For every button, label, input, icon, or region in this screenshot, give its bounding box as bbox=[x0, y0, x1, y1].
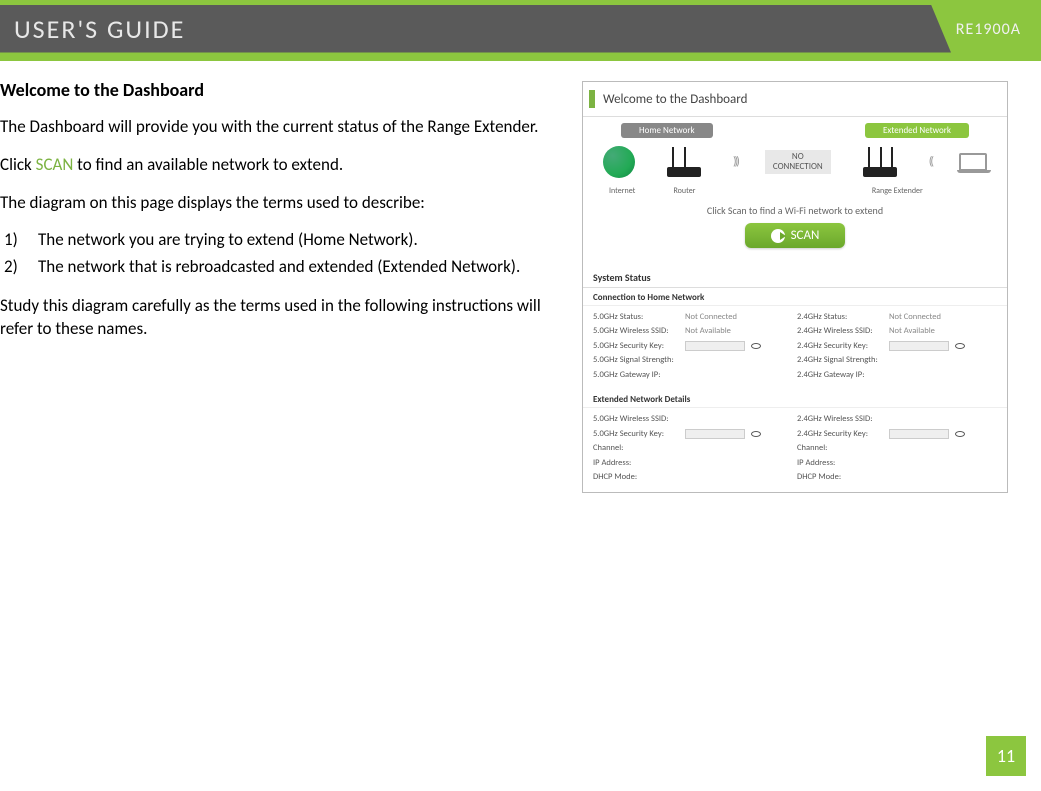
extended-network-label: Extended Network bbox=[865, 123, 969, 138]
status-label: 5.0GHz Gateway IP: bbox=[593, 368, 679, 382]
para2-post: to find an available network to extend. bbox=[73, 154, 343, 175]
status-label: 2.4GHz Security Key: bbox=[797, 339, 883, 353]
status-label: 5.0GHz Security Key: bbox=[593, 427, 679, 441]
status-label: DHCP Mode: bbox=[797, 470, 883, 484]
scan-button[interactable]: SCAN bbox=[745, 223, 845, 248]
status-label: 5.0GHz Status: bbox=[593, 310, 679, 324]
status-value: Not Available bbox=[889, 324, 935, 338]
security-key-input[interactable] bbox=[685, 429, 745, 439]
home-5ghz-column: 5.0GHz Status: Not Connected 5.0GHz Wirel… bbox=[593, 310, 793, 382]
dash-title: Welcome to the Dashboard bbox=[603, 92, 747, 107]
ext-status-grid: 5.0GHz Wireless SSID: 5.0GHz Security Ke… bbox=[583, 408, 1007, 492]
eye-icon[interactable] bbox=[751, 431, 761, 437]
status-label: 2.4GHz Security Key: bbox=[797, 427, 883, 441]
extended-details-heading: Extended Network Details bbox=[583, 390, 1007, 408]
para2-pre: Click bbox=[0, 154, 36, 175]
status-label: 5.0GHz Wireless SSID: bbox=[593, 412, 679, 426]
extender-label: Range Extender bbox=[872, 186, 923, 196]
security-key-input[interactable] bbox=[889, 341, 949, 351]
signal-waves-icon: (( bbox=[929, 155, 932, 169]
status-label: IP Address: bbox=[797, 456, 883, 470]
header-accent-icon bbox=[589, 90, 595, 108]
internet-label: Internet bbox=[609, 186, 635, 196]
status-label: 2.4GHz Status: bbox=[797, 310, 883, 324]
status-value: Not Connected bbox=[685, 310, 737, 324]
status-value: Not Connected bbox=[889, 310, 941, 324]
list-text: The network you are trying to extend (Ho… bbox=[38, 229, 418, 250]
network-diagram: Home Network Extended Network ))) NO CON… bbox=[583, 117, 1007, 268]
extender-icon bbox=[858, 147, 902, 177]
screenshot-column: Welcome to the Dashboard Home Network Ex… bbox=[582, 79, 1012, 493]
dashboard-screenshot: Welcome to the Dashboard Home Network Ex… bbox=[582, 81, 1008, 493]
security-key-input[interactable] bbox=[889, 429, 949, 439]
model-number: RE1900A bbox=[956, 20, 1041, 39]
router-icon bbox=[662, 147, 706, 177]
guide-title: USER'S GUIDE bbox=[14, 13, 185, 45]
no-connection-badge: NO CONNECTION bbox=[765, 150, 831, 174]
scan-button-label: SCAN bbox=[791, 228, 820, 243]
status-label: 5.0GHz Signal Strength: bbox=[593, 353, 679, 367]
router-label: Router bbox=[674, 186, 696, 196]
list-text: The network that is rebroadcasted and ex… bbox=[38, 256, 520, 277]
icon-sublabels: Internet Router Range Extender bbox=[591, 186, 999, 196]
status-label: 2.4GHz Signal Strength: bbox=[797, 353, 883, 367]
terms-list: 1) The network you are trying to extend … bbox=[0, 228, 562, 279]
security-key-input[interactable] bbox=[685, 341, 745, 351]
scan-prompt-text: Click Scan to find a Wi-Fi network to ex… bbox=[591, 204, 999, 217]
signal-waves-icon: ))) bbox=[733, 155, 738, 169]
status-label: IP Address: bbox=[593, 456, 679, 470]
intro-paragraph-1: The Dashboard will provide you with the … bbox=[0, 115, 562, 139]
home-24ghz-column: 2.4GHz Status: Not Connected 2.4GHz Wirel… bbox=[797, 310, 997, 382]
play-icon bbox=[771, 229, 785, 243]
status-label: Channel: bbox=[593, 441, 679, 455]
status-label: Channel: bbox=[797, 441, 883, 455]
dash-header: Welcome to the Dashboard bbox=[583, 82, 1007, 117]
eye-icon[interactable] bbox=[751, 343, 761, 349]
intro-paragraph-2: Click SCAN to find an available network … bbox=[0, 153, 562, 177]
status-label: 5.0GHz Security Key: bbox=[593, 339, 679, 353]
no-conn-l2: CONNECTION bbox=[773, 161, 823, 172]
laptop-icon bbox=[959, 153, 987, 171]
home-status-grid: 5.0GHz Status: Not Connected 5.0GHz Wirel… bbox=[583, 306, 1007, 390]
list-number: 1) bbox=[4, 228, 18, 253]
diagram-icons-row: ))) NO CONNECTION (( bbox=[591, 138, 999, 186]
globe-icon bbox=[603, 146, 635, 178]
intro-paragraph-3: The diagram on this page displays the te… bbox=[0, 191, 562, 215]
page-header: USER'S GUIDE RE1900A bbox=[0, 0, 1041, 60]
scan-text: SCAN bbox=[36, 154, 74, 175]
eye-icon[interactable] bbox=[955, 343, 965, 349]
text-column: Welcome to the Dashboard The Dashboard w… bbox=[0, 79, 562, 493]
system-status-heading: System Status bbox=[583, 268, 1007, 288]
header-title-bg: USER'S GUIDE bbox=[0, 5, 951, 53]
intro-paragraph-4: Study this diagram carefully as the term… bbox=[0, 294, 562, 342]
network-labels: Home Network Extended Network bbox=[591, 123, 999, 138]
status-label: DHCP Mode: bbox=[593, 470, 679, 484]
list-item: 2) The network that is rebroadcasted and… bbox=[38, 255, 562, 280]
eye-icon[interactable] bbox=[955, 431, 965, 437]
home-connection-heading: Connection to Home Network bbox=[583, 288, 1007, 306]
status-label: 2.4GHz Gateway IP: bbox=[797, 368, 883, 382]
status-label: 5.0GHz Wireless SSID: bbox=[593, 324, 679, 338]
content-area: Welcome to the Dashboard The Dashboard w… bbox=[0, 61, 1041, 493]
ext-5ghz-column: 5.0GHz Wireless SSID: 5.0GHz Security Ke… bbox=[593, 412, 793, 484]
page-number: 11 bbox=[986, 736, 1026, 776]
status-label: 2.4GHz Wireless SSID: bbox=[797, 412, 883, 426]
status-value: Not Available bbox=[685, 324, 731, 338]
status-label: 2.4GHz Wireless SSID: bbox=[797, 324, 883, 338]
section-heading: Welcome to the Dashboard bbox=[0, 79, 562, 101]
list-item: 1) The network you are trying to extend … bbox=[38, 228, 562, 253]
list-number: 2) bbox=[4, 255, 18, 280]
ext-24ghz-column: 2.4GHz Wireless SSID: 2.4GHz Security Ke… bbox=[797, 412, 997, 484]
home-network-label: Home Network bbox=[621, 123, 713, 138]
